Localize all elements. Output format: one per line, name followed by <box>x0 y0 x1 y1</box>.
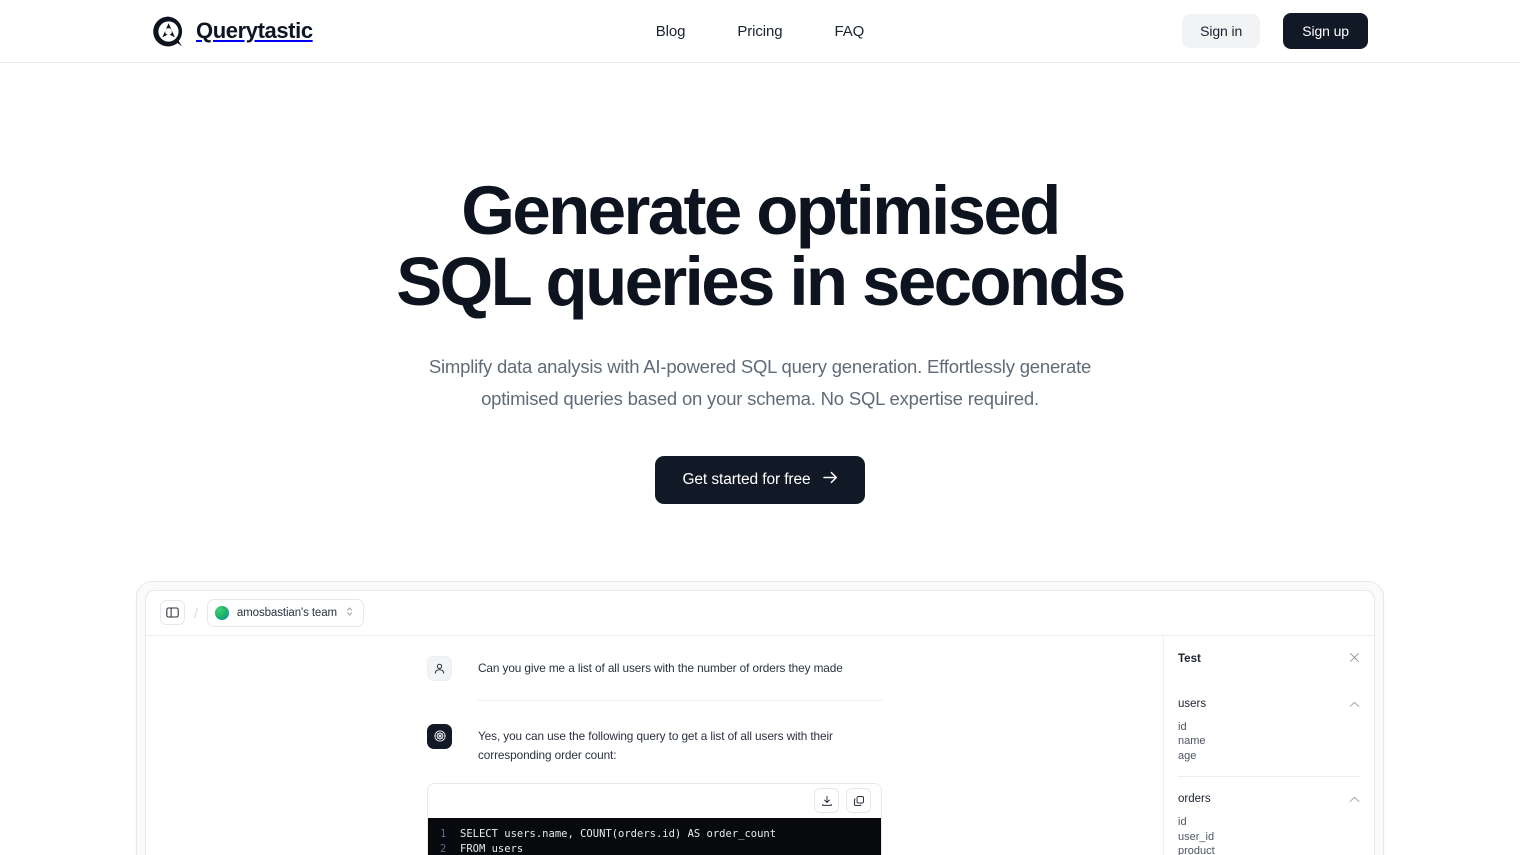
schema-table-orders-header[interactable]: orders <box>1178 790 1360 808</box>
sign-in-button[interactable]: Sign in <box>1182 14 1261 48</box>
team-switcher[interactable]: amosbastian's team <box>206 598 365 627</box>
openai-logo-icon <box>427 723 452 749</box>
schema-panel-header: Test <box>1178 650 1360 668</box>
hero-title-line-1: Generate optimised <box>461 172 1061 249</box>
chat-message-assistant: Yes, you can use the following query to … <box>427 723 882 765</box>
team-avatar-icon <box>214 605 229 620</box>
brand-name: Querytastic <box>196 18 313 43</box>
sign-up-button[interactable]: Sign up <box>1283 13 1368 49</box>
nav-item-pricing[interactable]: Pricing <box>737 23 782 40</box>
download-icon[interactable] <box>814 788 839 813</box>
app-preview-frame: / amosbastian's team Can you give me a l… <box>136 580 1384 855</box>
schema-panel: Test users id name age orders id user_id… <box>1164 635 1374 855</box>
chat-thread: Can you give me a list of all users with… <box>427 636 882 855</box>
schema-field: age <box>1178 749 1197 762</box>
user-icon <box>427 655 452 681</box>
code-line-text: SELECT users.name, COUNT(orders.id) AS o… <box>460 827 777 840</box>
page-title: Generate optimised SQL queries in second… <box>0 175 1520 317</box>
sidebar-toggle-icon[interactable] <box>160 600 185 626</box>
schema-field: id <box>1178 816 1187 829</box>
schema-table-orders: orders id user_id product quantity <box>1178 790 1360 855</box>
schema-table-name: orders <box>1178 793 1211 806</box>
code-line: 1 SELECT users.name, COUNT(orders.id) AS… <box>428 827 881 842</box>
copy-icon[interactable] <box>846 788 871 813</box>
breadcrumb-separator: / <box>194 604 198 621</box>
brand-logo-link[interactable]: Querytastic <box>152 15 313 48</box>
close-icon[interactable] <box>1349 650 1360 668</box>
chevron-up-icon[interactable] <box>1349 790 1360 808</box>
chevron-up-icon[interactable] <box>1349 695 1360 713</box>
app-window: / amosbastian's team Can you give me a l… <box>145 589 1375 855</box>
hero-title-line-2: SQL queries in seconds <box>396 243 1126 321</box>
chat-message-user-text: Can you give me a list of all users with… <box>478 660 843 675</box>
get-started-button[interactable]: Get started for free <box>655 455 865 504</box>
site-header: Querytastic Blog Pricing FAQ Sign in Sig… <box>0 0 1520 63</box>
header-actions: Sign in Sign up <box>1182 13 1368 49</box>
nav-item-blog[interactable]: Blog <box>656 23 686 40</box>
sql-code-block: 1 SELECT users.name, COUNT(orders.id) AS… <box>427 782 882 855</box>
chevron-up-down-icon <box>345 604 354 622</box>
nav-item-faq[interactable]: FAQ <box>835 23 865 40</box>
chat-pane: Can you give me a list of all users with… <box>146 635 1164 855</box>
app-body: Can you give me a list of all users with… <box>146 635 1374 855</box>
chat-message-divider <box>478 699 882 701</box>
hero-subtitle: Simplify data analysis with AI-powered S… <box>428 356 1092 409</box>
code-line-number: 2 <box>440 842 447 855</box>
chat-message-user: Can you give me a list of all users with… <box>427 655 882 681</box>
code-line-number: 1 <box>440 827 447 840</box>
schema-field: id <box>1178 720 1187 733</box>
code-block-content: 1 SELECT users.name, COUNT(orders.id) AS… <box>428 817 881 855</box>
code-block-toolbar <box>428 783 881 818</box>
app-topbar: / amosbastian's team <box>146 591 1374 636</box>
code-line: 2 FROM users <box>428 842 881 855</box>
schema-table-users-header[interactable]: users <box>1178 695 1360 713</box>
hero-section: Generate optimised SQL queries in second… <box>0 63 1520 504</box>
get-started-label: Get started for free <box>682 470 811 488</box>
chat-message-assistant-text: Yes, you can use the following query to … <box>478 728 833 762</box>
schema-panel-title: Test <box>1178 652 1201 665</box>
cta-wrapper: Get started for free <box>0 455 1520 504</box>
code-line-text: FROM users <box>460 842 524 855</box>
arrow-right-icon <box>822 471 838 489</box>
schema-table-name: users <box>1178 697 1207 710</box>
schema-field: name <box>1178 735 1206 748</box>
team-name-label: amosbastian's team <box>236 606 338 619</box>
schema-field: user_id <box>1178 830 1215 843</box>
schema-field: product <box>1178 845 1215 855</box>
querytastic-logo-icon <box>152 15 185 48</box>
main-nav: Blog Pricing FAQ <box>656 23 865 40</box>
schema-table-users: users id name age <box>1178 695 1360 778</box>
